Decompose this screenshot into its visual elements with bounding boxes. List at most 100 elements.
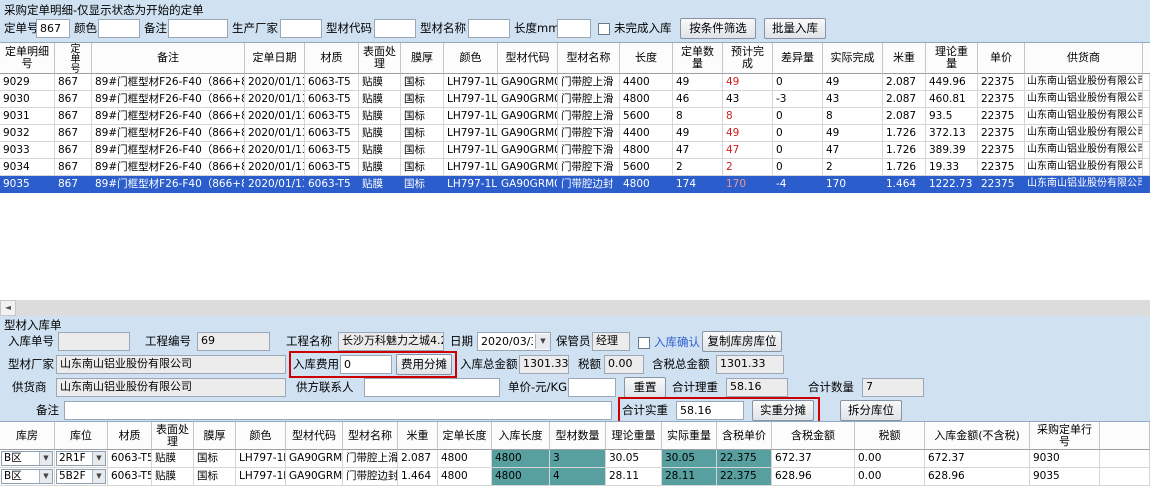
order-table-row-9035[interactable]: 903586789#门框型材F26-F40（866+867）2020/01/13… bbox=[0, 176, 1150, 193]
order-cell: 6063-T5 bbox=[305, 108, 359, 125]
order-cell: 22375 bbox=[978, 91, 1025, 108]
chevron-down-icon[interactable]: ▼ bbox=[39, 470, 52, 483]
inbound-cell: 1.464 bbox=[398, 468, 438, 486]
order-cell: 0 bbox=[773, 74, 823, 91]
order-cell: 867 bbox=[55, 176, 92, 193]
inbound-cell: 672.37 bbox=[925, 450, 1030, 468]
form-input-total_actual[interactable] bbox=[676, 401, 744, 420]
order-cell: GA90GRM04 bbox=[498, 159, 558, 176]
order-table-row-9030[interactable]: 903086789#门框型材F26-F40（866+867）2020/01/13… bbox=[0, 91, 1150, 108]
date-dropdown-icon[interactable]: ▼ bbox=[535, 334, 550, 349]
inbound-table-row-9030[interactable]: B区▼2R1F▼6063-T5贴膜国标LH797-1LL0GA90GRM03门带… bbox=[0, 450, 1150, 468]
order-cell: 门带腔上滑 bbox=[558, 108, 620, 125]
order-table-row-9034[interactable]: 903486789#门框型材F26-F40（866+867）2020/01/13… bbox=[0, 159, 1150, 176]
inbound-confirm-checkbox[interactable] bbox=[638, 337, 650, 349]
inbound-header-cell: 实际重量 bbox=[662, 422, 717, 450]
inbound-cell: 门带腔边封 bbox=[343, 468, 398, 486]
filter-input-length_mm[interactable] bbox=[557, 19, 591, 38]
order-cell: 国标 bbox=[401, 142, 444, 159]
order-cell: 0 bbox=[773, 142, 823, 159]
order-cell: 8 bbox=[673, 108, 723, 125]
order-cell: 43 bbox=[823, 91, 883, 108]
inbound-cell: 672.37 bbox=[772, 450, 855, 468]
inbound-cell: LH797-1LL0 bbox=[236, 450, 286, 468]
location-combobox[interactable]: 5B2F▼ bbox=[56, 469, 106, 484]
unfinished-inbound-checkbox[interactable] bbox=[598, 23, 610, 35]
order-cell: GA90GRM04 bbox=[498, 142, 558, 159]
order-table-row-9029[interactable]: 902986789#门框型材F26-F40（866+867）2020/01/13… bbox=[0, 74, 1150, 91]
order-cell bbox=[1143, 91, 1150, 108]
filter-input-note[interactable] bbox=[168, 19, 228, 38]
inbound-header-cell: 入库长度 bbox=[492, 422, 550, 450]
order-header-cell: 定单数量 bbox=[673, 43, 723, 74]
order-cell: 2 bbox=[823, 159, 883, 176]
filter-input-manufacturer[interactable] bbox=[280, 19, 322, 38]
order-table-header: 定单明细号定单号备注定单日期材质表面处理膜厚颜色型材代码型材名称长度定单数量预计… bbox=[0, 43, 1150, 74]
filter-input-color[interactable] bbox=[98, 19, 140, 38]
inbound-header-cell: 库位 bbox=[55, 422, 108, 450]
form-label-supplier_contact: 供方联系人 bbox=[296, 378, 354, 397]
form-field-project_name: 长沙万科魅力之城4.2期 bbox=[338, 332, 444, 351]
form-input-fee[interactable] bbox=[340, 355, 392, 374]
form-input-note[interactable] bbox=[64, 401, 612, 420]
copy-location-button[interactable]: 复制库房库位 bbox=[702, 331, 782, 352]
order-cell: 2020/01/13 bbox=[245, 74, 305, 91]
order-cell: 89#门框型材F26-F40（866+867） bbox=[92, 142, 245, 159]
filter-input-profile_name[interactable] bbox=[468, 19, 510, 38]
inbound-header-cell: 采购定单行号 bbox=[1030, 422, 1100, 450]
order-cell: GA90GRM03 bbox=[498, 74, 558, 91]
inbound-confirm-checkbox-label: 入库确认 bbox=[654, 333, 700, 352]
location-combobox[interactable]: 2R1F▼ bbox=[56, 451, 106, 466]
filter-input-profile_code[interactable] bbox=[374, 19, 416, 38]
scroll-left-icon[interactable]: ◄ bbox=[0, 300, 16, 316]
batch-inbound-button[interactable]: 批量入库 bbox=[764, 18, 826, 39]
chevron-down-icon[interactable]: ▼ bbox=[39, 452, 52, 465]
order-cell: 867 bbox=[55, 125, 92, 142]
form-input-supplier_contact[interactable] bbox=[364, 378, 500, 397]
fee-allocate-button[interactable]: 费用分摊 bbox=[396, 354, 452, 375]
order-cell: 门带腔下滑 bbox=[558, 159, 620, 176]
filter-label-note: 备注 bbox=[144, 19, 167, 38]
order-cell bbox=[1143, 159, 1150, 176]
inbound-cell: 9035 bbox=[1030, 468, 1100, 486]
order-table-hscrollbar[interactable]: ◄ bbox=[0, 300, 1150, 316]
order-header-cell: 表面处理 bbox=[359, 43, 401, 74]
weight-allocate-button[interactable]: 实重分摊 bbox=[752, 400, 814, 421]
order-cell: 47 bbox=[823, 142, 883, 159]
inbound-header-cell: 含税单价 bbox=[717, 422, 772, 450]
order-header-cell: 长度 bbox=[620, 43, 673, 74]
order-cell: 4400 bbox=[620, 125, 673, 142]
order-cell: 867 bbox=[55, 159, 92, 176]
form-label-total_with_tax: 含税总金额 bbox=[652, 355, 710, 374]
location-combobox[interactable]: B区▼ bbox=[1, 451, 53, 466]
filter-input-order_no[interactable] bbox=[36, 19, 70, 38]
filter-by-condition-button[interactable]: 按条件筛选 bbox=[680, 18, 756, 39]
chevron-down-icon[interactable]: ▼ bbox=[92, 452, 105, 465]
chevron-down-icon[interactable]: ▼ bbox=[92, 470, 105, 483]
split-location-button[interactable]: 拆分库位 bbox=[840, 400, 902, 421]
form-input-unit_price[interactable] bbox=[568, 378, 616, 397]
order-cell: 9030 bbox=[0, 91, 55, 108]
inbound-header-cell: 入库金额(不含税) bbox=[925, 422, 1030, 450]
order-table-row-9031[interactable]: 903186789#门框型材F26-F40（866+867）2020/01/13… bbox=[0, 108, 1150, 125]
order-detail-table: 定单明细号定单号备注定单日期材质表面处理膜厚颜色型材代码型材名称长度定单数量预计… bbox=[0, 42, 1150, 300]
order-cell: 22375 bbox=[978, 176, 1025, 193]
location-combobox[interactable]: B区▼ bbox=[1, 469, 53, 484]
order-cell: 89#门框型材F26-F40（866+867） bbox=[92, 91, 245, 108]
inbound-header-cell: 定单长度 bbox=[438, 422, 492, 450]
order-header-cell: 材质 bbox=[305, 43, 359, 74]
order-cell: 22375 bbox=[978, 159, 1025, 176]
order-cell: 8 bbox=[823, 108, 883, 125]
order-header-cell bbox=[1143, 43, 1150, 74]
order-cell: 6063-T5 bbox=[305, 74, 359, 91]
inbound-table-row-9035[interactable]: B区▼5B2F▼6063-T5贴膜国标LH797-1LL0GA90GRM05门带… bbox=[0, 468, 1150, 486]
order-cell: 9029 bbox=[0, 74, 55, 91]
order-cell: -3 bbox=[773, 91, 823, 108]
order-table-row-9033[interactable]: 903386789#门框型材F26-F40（866+867）2020/01/13… bbox=[0, 142, 1150, 159]
top-panel-title: 采购定单明细-仅显示状态为开始的定单 bbox=[4, 1, 204, 20]
reset-button[interactable]: 重置 bbox=[624, 377, 666, 398]
form-field-total_with_tax: 1301.33 bbox=[716, 355, 784, 374]
order-cell: LH797-1LL0 bbox=[444, 142, 498, 159]
order-table-row-9032[interactable]: 903286789#门框型材F26-F40（866+867）2020/01/13… bbox=[0, 125, 1150, 142]
order-cell: 46 bbox=[673, 91, 723, 108]
